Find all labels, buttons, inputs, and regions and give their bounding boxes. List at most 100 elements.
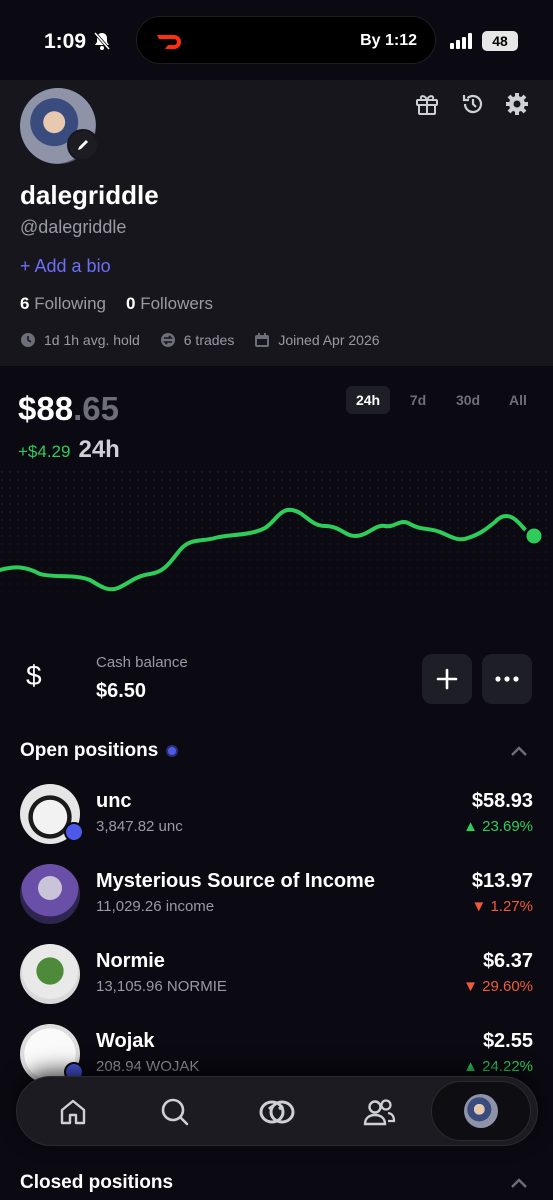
pencil-icon — [78, 140, 88, 150]
calendar-icon — [255, 333, 270, 347]
portfolio-value-cents: .65 — [73, 390, 119, 427]
portfolio-value-dollars: $88 — [18, 390, 74, 427]
triangle-down-icon: ▼ — [463, 978, 478, 995]
portfolio-change: +$4.29 24h — [18, 436, 120, 464]
gift-icon — [416, 95, 438, 115]
history-icon — [462, 94, 483, 114]
dollar-icon: $ — [26, 660, 42, 691]
search-icon — [161, 1098, 189, 1126]
position-value: $2.55 — [482, 1030, 533, 1052]
position-change-value: 23.69% — [482, 818, 533, 835]
friends-icon — [363, 1099, 396, 1126]
portfolio-change-period: 24h — [78, 436, 120, 463]
current-point-marker — [523, 525, 545, 547]
following-link[interactable]: 6 Following — [20, 294, 106, 314]
more-options-button[interactable] — [482, 654, 532, 704]
position-change: ▼ 29.60% — [463, 978, 533, 995]
following-label: Following — [34, 294, 107, 313]
closed-positions-header[interactable]: Closed positions — [20, 1172, 173, 1194]
follow-counts: 6 Following 0 Followers — [20, 294, 213, 314]
range-30d[interactable]: 30d — [446, 386, 490, 414]
status-dot — [166, 745, 179, 757]
position-amount: 13,105.96 NORMIE — [96, 978, 227, 995]
cash-balance-value: $6.50 — [96, 680, 147, 702]
closed-positions-title: Closed positions — [20, 1172, 174, 1193]
range-7d[interactable]: 7d — [396, 386, 440, 414]
nav-coins[interactable] — [257, 1092, 297, 1132]
position-change-value: 29.60% — [482, 978, 533, 995]
position-row[interactable]: Normie 13,105.96 NORMIE $6.37 ▼ 29.60% — [0, 938, 553, 1010]
position-value: $58.93 — [471, 790, 533, 812]
edit-avatar-button[interactable] — [67, 129, 99, 161]
range-24h[interactable]: 24h — [346, 386, 390, 414]
joined-stat: Joined Apr 2026 — [254, 332, 380, 348]
position-row[interactable]: unc 3,847.82 unc $58.93 ▲ 23.69% — [0, 778, 553, 850]
position-name: unc — [96, 790, 132, 812]
position-name: Normie — [96, 950, 165, 972]
following-count: 6 — [20, 294, 30, 313]
position-amount: 11,029.26 income — [96, 898, 215, 915]
plus-icon — [436, 668, 458, 690]
user-handle: @dalegriddle — [20, 217, 127, 237]
bottom-nav — [16, 1076, 538, 1146]
open-positions-header[interactable]: Open positions — [20, 740, 179, 762]
more-icon — [495, 676, 519, 682]
position-amount: 208.94 WOJAK — [96, 1058, 200, 1075]
status-bar: 1:09 By 1:12 48 — [0, 0, 553, 80]
signal-icon — [450, 33, 474, 54]
position-change: ▲ 23.69% — [463, 818, 533, 835]
username: dalegriddle — [20, 180, 159, 210]
gear-icon — [506, 93, 528, 115]
coins-icon — [259, 1100, 295, 1124]
nav-home[interactable] — [53, 1092, 93, 1132]
history-button[interactable] — [459, 90, 487, 118]
delivery-eta: By 1:12 — [360, 32, 417, 49]
dynamic-island[interactable]: By 1:12 — [136, 16, 436, 64]
chevron-up-icon[interactable] — [510, 1176, 528, 1194]
add-cash-button[interactable] — [422, 654, 472, 704]
home-icon — [60, 1099, 86, 1125]
position-row[interactable]: Mysterious Source of Income 11,029.26 in… — [0, 858, 553, 930]
swap-icon — [160, 333, 175, 347]
position-change-value: 1.27% — [490, 898, 533, 915]
triangle-down-icon: ▼ — [471, 898, 487, 915]
followers-label: Followers — [140, 294, 213, 313]
battery-indicator: 48 — [482, 31, 518, 51]
profile-card: dalegriddle @dalegriddle + Add a bio 6 F… — [0, 80, 553, 366]
position-value: $6.37 — [482, 950, 533, 972]
position-name: Mysterious Source of Income — [96, 870, 375, 892]
position-change-value: 24.22% — [482, 1058, 533, 1075]
verified-badge-icon — [64, 822, 84, 842]
followers-link[interactable]: 0 Followers — [126, 294, 213, 314]
trades-text: 6 trades — [183, 332, 235, 348]
nav-search[interactable] — [155, 1092, 195, 1132]
avg-hold-stat: 1d 1h avg. hold — [20, 332, 140, 348]
position-change: ▲ 24.22% — [463, 1058, 533, 1075]
open-positions-title: Open positions — [20, 740, 159, 761]
triangle-up-icon: ▲ — [463, 818, 478, 835]
nav-friends[interactable] — [359, 1092, 399, 1132]
nav-profile[interactable] — [431, 1081, 531, 1141]
position-value: $13.97 — [471, 870, 533, 892]
gift-button[interactable] — [413, 90, 441, 118]
range-all[interactable]: All — [496, 386, 540, 414]
avg-hold-text: 1d 1h avg. hold — [44, 332, 140, 348]
range-selector: 24h 7d 30d All — [346, 386, 540, 414]
followers-count: 0 — [126, 294, 136, 313]
portfolio-change-amount: +$4.29 — [18, 442, 71, 461]
portfolio-chart[interactable] — [0, 470, 553, 630]
trades-stat: 6 trades — [160, 332, 235, 348]
position-amount: 3,847.82 unc — [96, 818, 183, 835]
bell-muted-icon — [92, 31, 112, 56]
status-time: 1:09 — [44, 30, 87, 53]
triangle-up-icon: ▲ — [463, 1058, 478, 1075]
portfolio-value: $88.65 — [18, 390, 119, 428]
add-bio-link[interactable]: + Add a bio — [20, 256, 111, 277]
joined-text: Joined Apr 2026 — [278, 332, 380, 348]
wizard-token-avatar — [20, 864, 80, 924]
chevron-up-icon[interactable] — [510, 744, 528, 762]
profile-stats: 1d 1h avg. hold 6 trades Joined Apr 2026 — [20, 332, 380, 348]
settings-button[interactable] — [503, 90, 531, 118]
doordash-icon — [155, 32, 187, 55]
normie-token-avatar — [20, 944, 80, 1004]
